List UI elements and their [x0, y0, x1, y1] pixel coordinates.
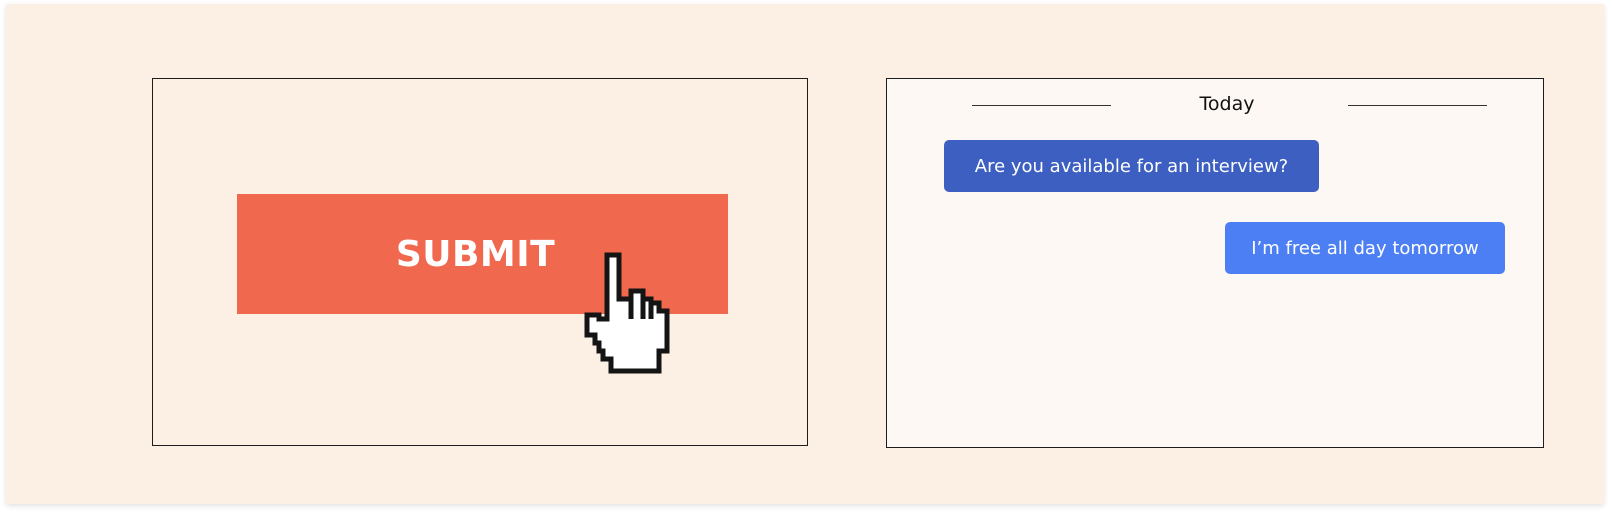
submit-panel: SUBMIT	[152, 78, 808, 446]
chat-message-outgoing: I’m free all day tomorrow	[1225, 222, 1505, 274]
chat-panel: Today Are you available for an interview…	[886, 78, 1544, 448]
date-divider-left	[972, 105, 1111, 106]
date-divider-right	[1348, 105, 1487, 106]
hand-pointer-icon	[584, 252, 670, 374]
illustration-canvas: SUBMIT Today Are you available for an in…	[6, 4, 1604, 504]
date-separator-label: Today	[1199, 93, 1255, 115]
chat-message-incoming: Are you available for an interview?	[944, 140, 1319, 192]
